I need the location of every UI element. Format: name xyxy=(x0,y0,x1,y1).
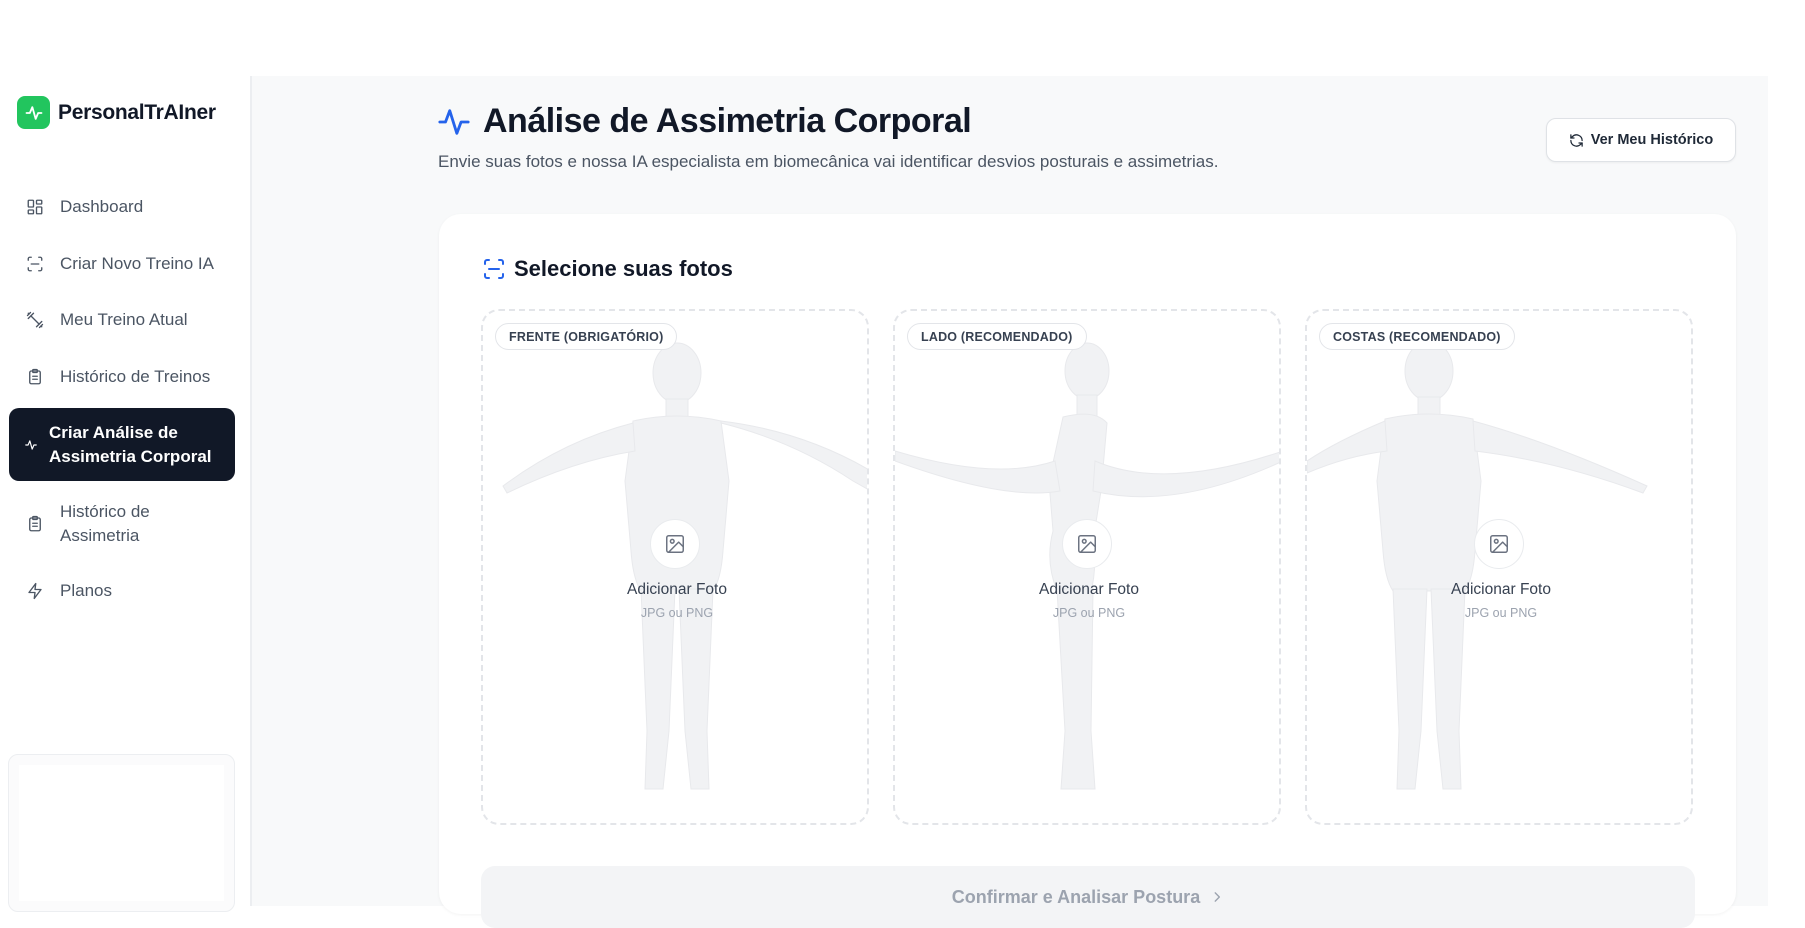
sidebar-item-criar-analise[interactable]: Criar Análise de Assimetria Corporal xyxy=(9,408,235,481)
sidebar-item-historico-treinos[interactable]: Histórico de Treinos xyxy=(9,352,235,402)
history-button-label: Ver Meu Histórico xyxy=(1590,132,1714,148)
slot-badge: LADO (RECOMENDADO) xyxy=(907,323,1087,350)
sidebar-item-meu-treino[interactable]: Meu Treino Atual xyxy=(9,295,235,345)
scan-icon xyxy=(25,254,45,274)
sidebar: PersonalTrAIner Dashboard Criar Novo Tre… xyxy=(0,76,252,912)
photo-slot-side[interactable]: LADO (RECOMENDADO) Adicionar Foto JPG ou… xyxy=(893,309,1281,825)
sidebar-item-planos[interactable]: Planos xyxy=(9,566,235,616)
sidebar-item-label: Histórico de Assimetria xyxy=(60,501,150,545)
app: PersonalTrAIner Dashboard Criar Novo Tre… xyxy=(0,76,1768,928)
sidebar-item-label: Criar Análise de Assimetria Corporal xyxy=(49,422,212,466)
scan-icon xyxy=(482,257,506,281)
history-button[interactable]: Ver Meu Histórico xyxy=(1546,118,1736,162)
upload-card: Selecione suas fotos FRENTE (OBRIGATÓRIO… xyxy=(439,214,1736,928)
slot-badge: FRENTE (OBRIGATÓRIO) xyxy=(495,323,678,350)
sidebar-user-card xyxy=(8,754,235,912)
activity-icon xyxy=(437,105,471,139)
sidebar-item-label: Planos xyxy=(60,581,112,600)
sidebar-item-criar-novo-treino[interactable]: Criar Novo Treino IA xyxy=(9,239,235,289)
sidebar-item-label: Dashboard xyxy=(60,197,144,216)
image-icon xyxy=(1474,519,1524,569)
slot-add-label: Adicionar Foto xyxy=(627,581,727,598)
refresh-icon xyxy=(1569,133,1584,148)
main-content: Análise de Assimetria Corporal Envie sua… xyxy=(252,76,1768,928)
brand-name: PersonalTrAIner xyxy=(58,100,216,124)
sidebar-item-label: Meu Treino Atual xyxy=(60,310,188,329)
slot-format-hint: JPG ou PNG xyxy=(1464,606,1538,620)
image-icon xyxy=(650,519,700,569)
activity-icon xyxy=(23,435,39,455)
image-icon xyxy=(1062,519,1112,569)
photo-slot-front[interactable]: FRENTE (OBRIGATÓRIO) Adicionar Foto JPG … xyxy=(481,309,869,825)
slot-badge: COSTAS (RECOMENDADO) xyxy=(1319,323,1515,350)
sidebar-item-label: Histórico de Treinos xyxy=(60,366,211,386)
clipboard-icon xyxy=(25,514,45,534)
upload-section-title: Selecione suas fotos xyxy=(514,256,733,281)
upload-section-header: Selecione suas fotos xyxy=(482,256,733,282)
zap-icon xyxy=(25,581,45,601)
brand[interactable]: PersonalTrAIner xyxy=(17,96,216,129)
photo-slot-back[interactable]: COSTAS (RECOMENDADO) Adicionar Foto JPG … xyxy=(1305,309,1693,825)
dashboard-icon xyxy=(25,197,45,217)
sidebar-item-dashboard[interactable]: Dashboard xyxy=(9,182,235,232)
page-title: Análise de Assimetria Corporal xyxy=(483,102,972,140)
page-header: Análise de Assimetria Corporal xyxy=(437,102,972,141)
slot-format-hint: JPG ou PNG xyxy=(1052,606,1126,620)
page-subtitle: Envie suas fotos e nossa IA especialista… xyxy=(438,152,1219,171)
slot-add-label: Adicionar Foto xyxy=(1039,581,1139,598)
slot-add-label: Adicionar Foto xyxy=(1451,581,1551,598)
sidebar-item-historico-assimetria[interactable]: Histórico de Assimetria xyxy=(9,488,235,560)
confirm-button-label: Confirmar e Analisar Postura xyxy=(951,886,1201,907)
sidebar-user-card-content xyxy=(19,765,224,901)
slot-format-hint: JPG ou PNG xyxy=(640,606,714,620)
sidebar-nav: Dashboard Criar Novo Treino IA Meu Trein… xyxy=(9,182,235,623)
clipboard-icon xyxy=(25,367,45,387)
sidebar-item-label: Criar Novo Treino IA xyxy=(60,253,214,273)
confirm-analyze-button[interactable]: Confirmar e Analisar Postura xyxy=(481,866,1695,928)
activity-icon xyxy=(17,96,50,129)
chevron-right-icon xyxy=(1210,890,1224,904)
dumbbell-icon xyxy=(25,310,45,330)
